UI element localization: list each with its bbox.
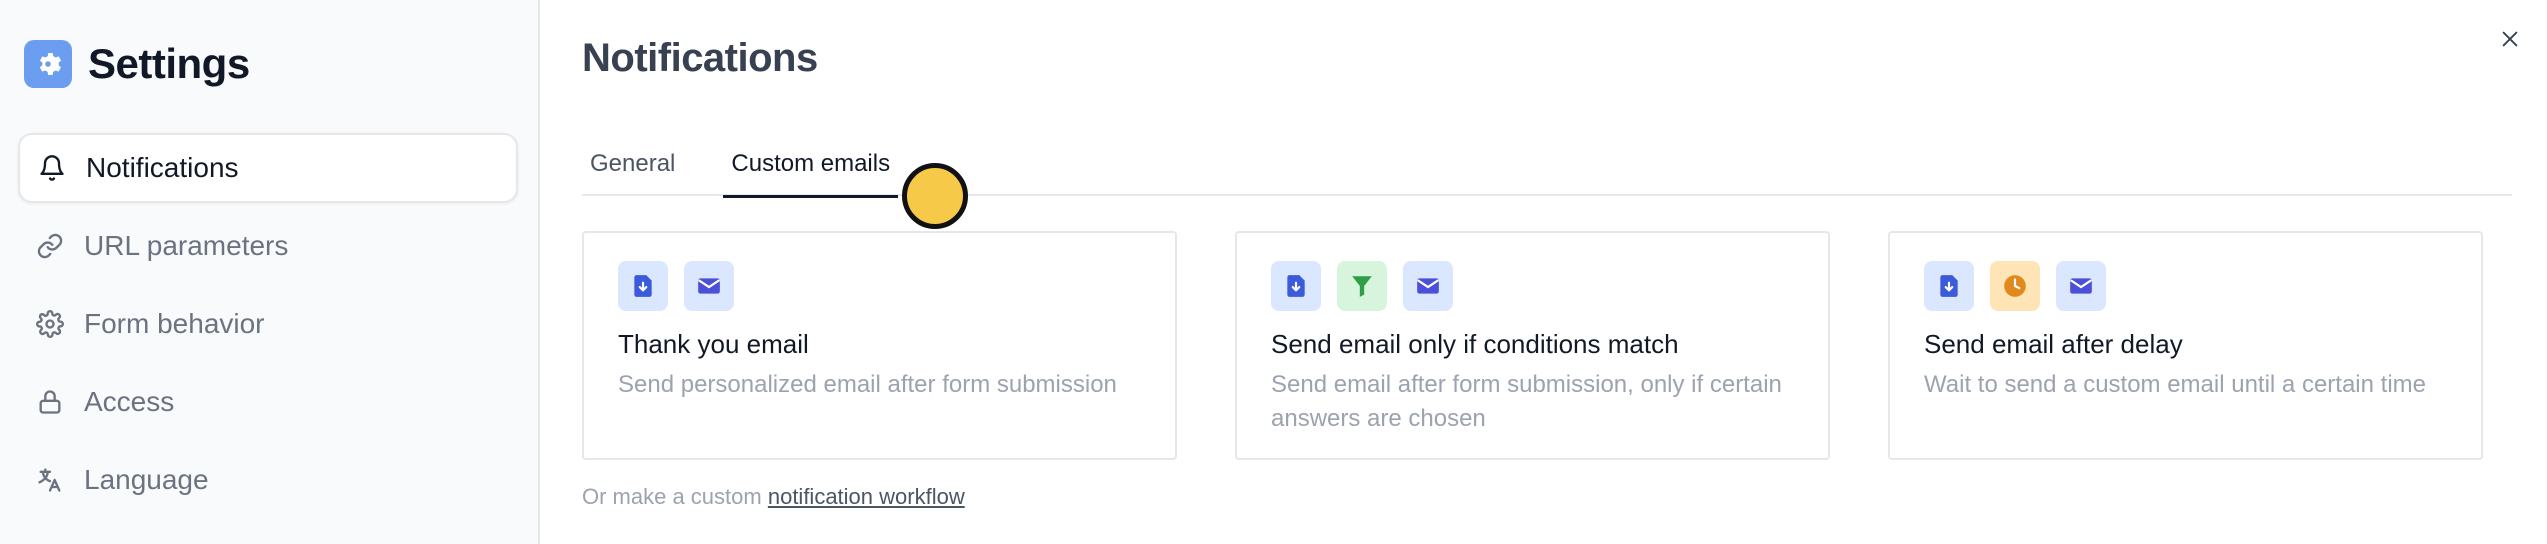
- footer-prefix: Or make a custom: [582, 484, 762, 509]
- close-button[interactable]: [2495, 24, 2525, 54]
- form-submit-icon: [1271, 261, 1321, 311]
- sidebar-item-form-behavior[interactable]: Form behavior: [18, 289, 518, 359]
- card-thank-you-email[interactable]: Thank you email Send personalized email …: [582, 231, 1177, 460]
- form-submit-icon: [1924, 261, 1974, 311]
- sidebar-item-language[interactable]: Language: [18, 445, 518, 515]
- envelope-icon: [684, 261, 734, 311]
- lock-icon: [34, 386, 66, 418]
- card-description: Send email after form submission, only i…: [1271, 371, 1782, 432]
- email-template-cards: Thank you email Send personalized email …: [582, 231, 2483, 460]
- translate-icon: [34, 464, 66, 496]
- page-title: Notifications: [582, 36, 818, 80]
- sidebar-item-url-parameters[interactable]: URL parameters: [18, 211, 518, 281]
- cursor-indicator: [902, 163, 968, 229]
- envelope-icon: [2056, 261, 2106, 311]
- clock-icon: [1990, 261, 2040, 311]
- card-conditional-email[interactable]: Send email only if conditions match Send…: [1235, 231, 1830, 460]
- card-icons: [1271, 261, 1794, 313]
- tab-custom-emails[interactable]: Custom emails: [723, 140, 898, 198]
- gear-icon: [34, 308, 66, 340]
- card-title: Thank you email: [618, 329, 809, 359]
- sidebar-item-label: Form behavior: [84, 308, 265, 339]
- card-icons: [1924, 261, 2447, 313]
- notification-workflow-link[interactable]: notification workflow: [768, 484, 965, 509]
- sidebar-header: Settings: [24, 40, 250, 88]
- card-delayed-email[interactable]: Send email after delay Wait to send a cu…: [1888, 231, 2483, 460]
- footer-note: Or make a custom notification workflow: [582, 484, 965, 510]
- filter-icon: [1337, 261, 1387, 311]
- card-description: Wait to send a custom email until a cert…: [1924, 371, 2426, 398]
- tab-general[interactable]: General: [582, 140, 683, 196]
- sidebar-title: Settings: [88, 40, 250, 87]
- sidebar-item-label: URL parameters: [84, 230, 289, 261]
- sidebar-nav: Notifications URL parameters Form behavi…: [18, 133, 518, 523]
- settings-sidebar: Settings Notifications URL parameters Fo…: [0, 0, 540, 544]
- tab-bar: General Custom emails: [582, 140, 2512, 198]
- card-description: Send personalized email after form submi…: [618, 371, 1117, 398]
- main-panel: Notifications General Custom emails Than…: [542, 0, 2547, 544]
- sidebar-item-notifications[interactable]: Notifications: [18, 133, 518, 203]
- sidebar-item-label: Access: [84, 386, 175, 417]
- envelope-icon: [1403, 261, 1453, 311]
- bell-icon: [36, 152, 68, 184]
- settings-gear-icon: [24, 40, 72, 88]
- form-submit-icon: [618, 261, 668, 311]
- card-title: Send email after delay: [1924, 329, 2183, 359]
- card-icons: [618, 261, 1141, 313]
- sidebar-item-label: Notifications: [86, 152, 239, 183]
- sidebar-item-label: Language: [84, 464, 209, 495]
- card-title: Send email only if conditions match: [1271, 329, 1679, 359]
- close-icon: [2502, 31, 2518, 47]
- link-icon: [34, 230, 66, 262]
- sidebar-item-access[interactable]: Access: [18, 367, 518, 437]
